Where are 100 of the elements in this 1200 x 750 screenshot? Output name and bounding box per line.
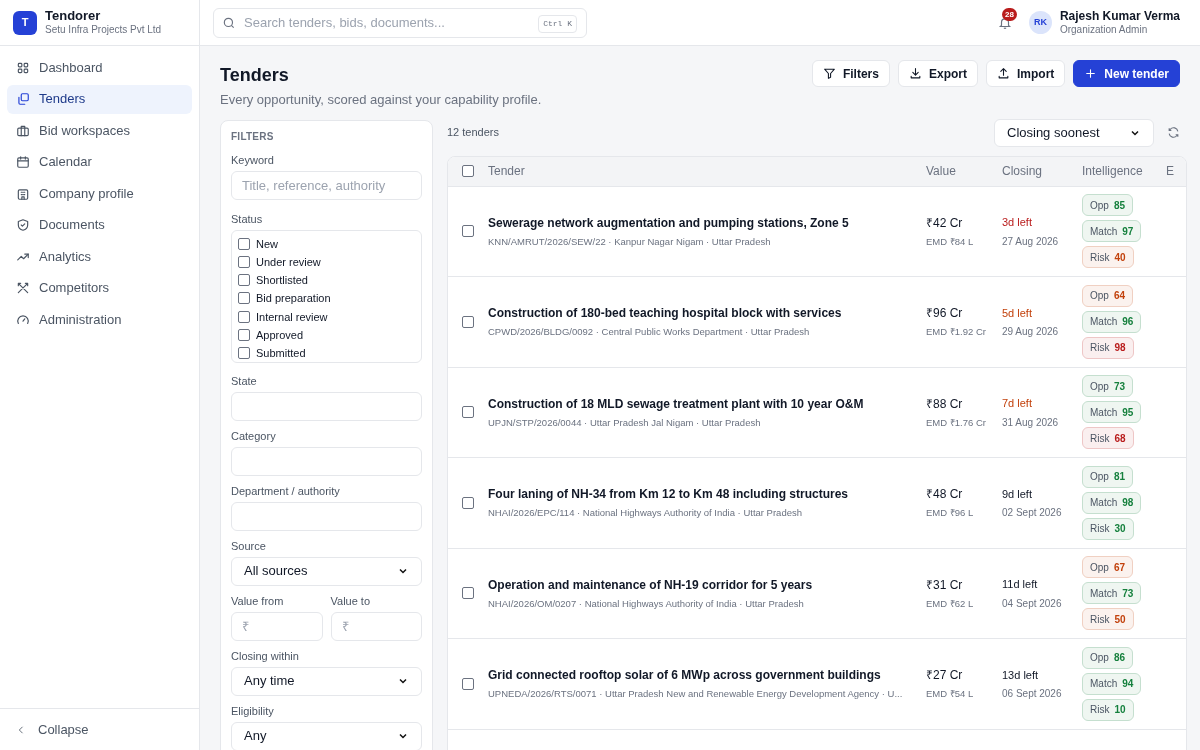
- crossed-swords-icon: [16, 281, 30, 295]
- sidebar-item[interactable]: Tenders: [7, 84, 192, 114]
- field-label: State: [231, 374, 258, 387]
- refresh-icon[interactable]: [1167, 126, 1180, 139]
- sidebar-item[interactable]: Documents: [7, 210, 192, 240]
- closing-date: 04 Sept 2026: [1002, 596, 1063, 611]
- closing-date: 29 Aug 2026: [1002, 325, 1060, 339]
- copy-icon: [16, 92, 30, 106]
- logo-badge: T: [13, 10, 37, 35]
- row-checkbox[interactable]: [462, 677, 474, 690]
- days-left: 7d left: [1002, 396, 1033, 411]
- sidebar-item[interactable]: Analytics: [7, 242, 192, 271]
- filters-button[interactable]: Filters: [811, 60, 890, 87]
- emd-amount: EMD ₹54 L: [926, 687, 975, 702]
- import-button[interactable]: Import: [985, 60, 1066, 87]
- collapse-button[interactable]: Collapse: [16, 719, 89, 740]
- row-checkbox[interactable]: [462, 406, 474, 419]
- building-icon: [16, 186, 30, 201]
- organization-name: Setu Infra Projects Pvt Ltd: [45, 24, 162, 37]
- tender-title[interactable]: Construction of 18 MLD sewage treatment plant with 10 year O&M: [488, 394, 918, 413]
- checkbox[interactable]: [238, 292, 250, 305]
- select-field[interactable]: All sources: [231, 556, 422, 586]
- sidebar-item[interactable]: Bid workspaces: [7, 116, 192, 145]
- tender-meta: UPJN/STP/2026/0044 · Uttar Pradesh Jal Nigam · Uttar Pradesh: [488, 415, 762, 430]
- state-field[interactable]: [231, 391, 422, 421]
- brand-name: Tendorer: [45, 8, 102, 25]
- keyword-field[interactable]: Title, reference, authority: [231, 170, 422, 200]
- status-option[interactable]: Under review: [238, 253, 415, 270]
- download-icon: [908, 67, 922, 80]
- chevron-left-icon: [16, 724, 26, 735]
- tender-title[interactable]: Operation and maintenance of NH-19 corridor for 5 years: [488, 575, 918, 594]
- row-checkbox[interactable]: [462, 587, 474, 600]
- field-label: Eligibility: [231, 704, 275, 717]
- page-subtitle: Every opportunity, scored against your capability profile.: [220, 91, 542, 109]
- closing-date: 06 Sept 2026: [1002, 687, 1063, 701]
- status-option[interactable]: New: [238, 235, 415, 252]
- status-option[interactable]: Bid preparation: [238, 290, 415, 307]
- score-chip: Opp 81: [1082, 465, 1134, 488]
- score-chip: Opp 64: [1082, 284, 1134, 307]
- select-field[interactable]: Any time: [231, 666, 422, 696]
- user-avatar[interactable]: RK: [1028, 11, 1052, 34]
- score-chip: Risk 98: [1082, 336, 1134, 359]
- emd-amount: EMD ₹62 L: [926, 596, 975, 611]
- plus-icon: [1084, 67, 1098, 80]
- column-header: Value: [926, 163, 957, 180]
- status-option[interactable]: Internal review: [238, 308, 415, 325]
- column-header: Tender: [488, 163, 526, 180]
- tender-value: ₹42 Cr: [926, 214, 964, 232]
- checkbox[interactable]: [238, 329, 250, 341]
- page-title: Tenders: [220, 64, 290, 87]
- status-option[interactable]: Shortlisted: [238, 272, 415, 289]
- sort-select[interactable]: Closing soonest: [994, 118, 1154, 147]
- sidebar-item[interactable]: Competitors: [7, 273, 192, 303]
- tender-value: ₹31 Cr: [926, 576, 964, 594]
- closing-date: 02 Sept 2026: [1002, 506, 1063, 520]
- checkbox[interactable]: [238, 347, 250, 360]
- column-header: Closing: [1002, 163, 1044, 180]
- new-tender-button[interactable]: New tender: [1073, 60, 1180, 87]
- notification-button[interactable]: 28: [992, 10, 1017, 35]
- sidebar-item[interactable]: Calendar: [7, 147, 192, 177]
- sidebar-item[interactable]: Company profile: [7, 179, 192, 208]
- department-field[interactable]: [231, 501, 422, 531]
- field-label: Value to: [330, 594, 372, 607]
- days-left: 5d left: [1002, 305, 1033, 321]
- tender-title[interactable]: Four laning of NH-34 from Km 12 to Km 48 including structures: [488, 485, 918, 504]
- sidebar-item[interactable]: Administration: [7, 305, 192, 334]
- sidebar-item[interactable]: Dashboard: [7, 53, 192, 82]
- checkbox[interactable]: [238, 310, 250, 323]
- tender-title[interactable]: Construction of 180-bed teaching hospital block with services: [488, 304, 918, 323]
- column-header: E: [1166, 163, 1175, 180]
- field-label: Closing within: [231, 649, 300, 662]
- field-label: Keyword: [231, 153, 275, 166]
- category-field[interactable]: [231, 446, 422, 476]
- value-field[interactable]: ₹: [231, 611, 323, 641]
- row-checkbox[interactable]: [462, 496, 474, 509]
- emd-amount: EMD ₹84 L: [926, 234, 975, 249]
- select-all-checkbox[interactable]: [462, 165, 474, 177]
- checkbox[interactable]: [238, 237, 250, 250]
- tender-title[interactable]: Grid connected rooftop solar of 6 MWp across government buildings: [488, 666, 918, 685]
- closing-date: 31 Aug 2026: [1002, 415, 1060, 430]
- row-checkbox[interactable]: [462, 225, 474, 238]
- score-chip: Match 73: [1082, 582, 1142, 605]
- days-left: 13d left: [1002, 667, 1040, 683]
- days-left: 3d left: [1002, 215, 1033, 230]
- row-checkbox[interactable]: [462, 315, 474, 328]
- value-field[interactable]: ₹: [330, 611, 422, 641]
- score-chip: Opp 67: [1082, 556, 1134, 579]
- user-name: Rajesh Kumar Verma: [1059, 8, 1180, 24]
- tender-meta: NHAI/2026/EPC/114 · National Highways Authority of India · Uttar Pradesh: [488, 506, 803, 521]
- status-option[interactable]: Approved: [238, 327, 415, 343]
- export-button[interactable]: Export: [897, 60, 978, 87]
- checkbox[interactable]: [238, 274, 250, 287]
- tender-title[interactable]: Sewerage network augmentation and pumping stations, Zone 5: [488, 213, 918, 232]
- checkbox[interactable]: [238, 255, 250, 268]
- tender-value: ₹96 Cr: [926, 305, 964, 323]
- emd-amount: EMD ₹1.92 Cr: [926, 325, 987, 340]
- column-header: Intelligence: [1082, 163, 1144, 180]
- tender-meta: KNN/AMRUT/2026/SEW/22 · Kanpur Nagar Nigam · Uttar Pradesh: [488, 234, 772, 249]
- status-option[interactable]: Submitted: [238, 345, 415, 362]
- score-chip: Risk 50: [1082, 608, 1134, 631]
